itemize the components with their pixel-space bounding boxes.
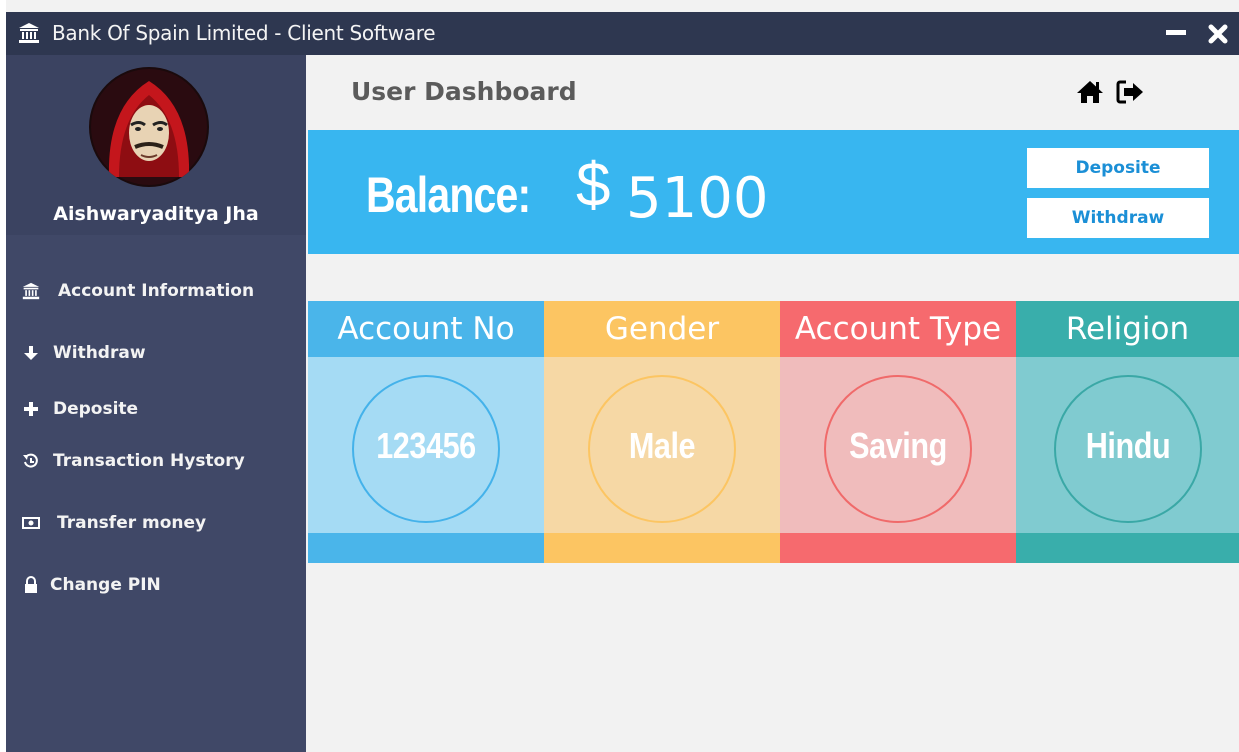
sidebar-item-deposite[interactable]: Deposite (6, 389, 306, 429)
withdraw-button[interactable]: Withdraw (1027, 198, 1209, 238)
card-body: Male (544, 357, 780, 533)
sign-out-icon (1116, 80, 1143, 104)
lock-icon (22, 576, 40, 594)
card-title: Account Type (780, 301, 1016, 357)
balance-label: Balance: (366, 167, 531, 223)
bank-icon (18, 22, 40, 44)
main-content: User Dashboard Balance: $ 5100 Deposite … (306, 55, 1239, 752)
sidebar-item-change-pin[interactable]: Change PIN (6, 565, 306, 605)
value-circle: Saving (824, 375, 972, 523)
sidebar-item-account-information[interactable]: Account Information (6, 271, 306, 311)
sidebar-item-transaction-history[interactable]: Transaction Hystory (6, 441, 306, 481)
account-number-value: 123456 (376, 425, 476, 466)
sidebar-item-label: Change PIN (50, 575, 161, 595)
logout-button[interactable] (1116, 79, 1146, 105)
page-title: User Dashboard (351, 77, 577, 106)
title-bar: Bank Of Spain Limited - Client Software (6, 12, 1239, 55)
value-circle: 123456 (352, 375, 500, 523)
currency-symbol: $ (576, 151, 611, 220)
close-button[interactable] (1202, 19, 1234, 49)
card-body: Saving (780, 357, 1016, 533)
gender-value: Male (628, 425, 696, 466)
user-name: Aishwaryaditya Jha (53, 203, 259, 225)
sidebar-item-withdraw[interactable]: Withdraw (6, 333, 306, 373)
card-body: Hindu (1016, 357, 1239, 533)
home-button[interactable] (1075, 79, 1105, 105)
sidebar-item-transfer-money[interactable]: Transfer money (6, 503, 306, 543)
app-window: Bank Of Spain Limited - Client Software (0, 0, 1239, 752)
value-circle: Hindu (1053, 375, 1202, 523)
money-icon (22, 514, 40, 532)
arrow-down-icon (22, 344, 40, 362)
balance-banner: Balance: $ 5100 Deposite Withdraw (308, 130, 1239, 254)
minimize-button[interactable] (1164, 20, 1192, 44)
history-icon (22, 452, 40, 470)
card-gender: Gender Male (544, 301, 780, 563)
card-account-no: Account No 123456 (308, 301, 544, 563)
window-title: Bank Of Spain Limited - Client Software (52, 21, 436, 45)
account-type-value: Saving (849, 425, 947, 466)
card-title: Religion (1016, 301, 1239, 357)
deposit-button[interactable]: Deposite (1027, 148, 1209, 188)
sidebar-item-label: Account Information (58, 281, 255, 301)
sidebar: Aishwaryaditya Jha Account Information W… (6, 55, 306, 752)
close-icon (1208, 24, 1228, 44)
value-circle: Male (588, 375, 736, 523)
plus-icon (22, 400, 40, 418)
account-cards: Account No 123456 Gender Male Account Ty… (308, 301, 1239, 563)
minimize-icon (1166, 30, 1186, 35)
bank-icon (22, 282, 40, 300)
balance-amount: 5100 (626, 166, 769, 231)
avatar (89, 67, 209, 187)
card-footer (780, 533, 1016, 563)
card-account-type: Account Type Saving (780, 301, 1016, 563)
sidebar-item-label: Transaction Hystory (53, 451, 245, 471)
profile-panel: Aishwaryaditya Jha (6, 55, 306, 235)
card-religion: Religion Hindu (1016, 301, 1239, 563)
sidebar-item-label: Transfer money (57, 513, 207, 533)
card-title: Account No (308, 301, 544, 357)
home-icon (1077, 81, 1103, 103)
sidebar-item-label: Deposite (53, 399, 139, 419)
card-body: 123456 (308, 357, 544, 533)
sidebar-item-label: Withdraw (53, 343, 146, 363)
card-footer (308, 533, 544, 563)
card-title: Gender (544, 301, 780, 357)
religion-value: Hindu (1085, 425, 1170, 466)
card-footer (1016, 533, 1239, 563)
card-footer (544, 533, 780, 563)
